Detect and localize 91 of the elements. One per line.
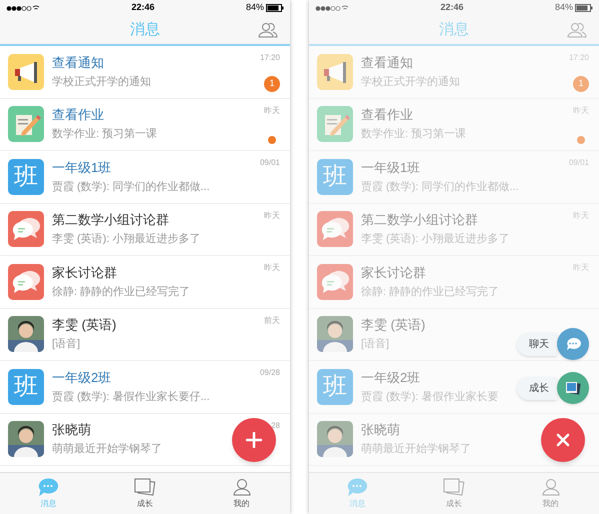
plus-icon <box>246 432 262 448</box>
conversation-item[interactable]: 班 一年级2班 贾霞 (数学): 暑假作业家长要仔... 09/28 <box>0 361 290 414</box>
conversation-item[interactable]: 查看作业 数学作业: 预习第一课 昨天 <box>0 98 290 151</box>
photos-icon <box>133 478 157 496</box>
chat-bubbles-icon <box>8 211 44 248</box>
notepad-pencil-icon <box>317 106 353 142</box>
tab-item[interactable]: 成长 <box>96 473 194 514</box>
message-time: 09/28 <box>260 367 280 379</box>
notepad-pencil-icon <box>8 106 44 142</box>
message-preview: 萌萌最近开始学钢琴了 <box>361 442 471 456</box>
tab-item[interactable]: 我的 <box>502 473 599 514</box>
class-avatar: 班 <box>8 158 44 195</box>
conversation-title: 第二数学小组讨论群 <box>361 212 478 228</box>
message-preview: 数学作业: 预习第一课 <box>361 127 466 142</box>
chat-bubbles-icon <box>317 264 353 300</box>
class-avatar: 班 <box>317 368 353 405</box>
message-preview: 学校正式开学的通知 <box>361 74 460 89</box>
message-preview: 李雯 (英语): 小翔最近进步多了 <box>52 232 200 246</box>
battery-percent: 84% <box>554 1 573 14</box>
conversation-item[interactable]: 查看通知 学校正式开学的通知 17:20 1 <box>0 46 290 98</box>
battery-icon <box>574 4 593 12</box>
person-icon <box>232 478 251 496</box>
header-title: 消息 <box>130 20 160 40</box>
conversation-title: 查看通知 <box>361 54 413 71</box>
message-preview: [语音] <box>52 337 80 352</box>
chat-bubbles-icon <box>317 211 353 248</box>
person-icon <box>542 478 560 496</box>
chat-bubble-icon <box>38 478 58 496</box>
chat-action-button[interactable] <box>557 328 589 360</box>
conversation-title: 张晓萌 <box>52 422 91 438</box>
conversation-title: 一年级2班 <box>52 370 112 386</box>
signal-icon <box>6 4 40 12</box>
conversation-item[interactable]: 李雯 (英语) [语音] 前天 <box>0 308 290 361</box>
tab-item[interactable]: 我的 <box>193 473 290 514</box>
chat-bubbles-icon <box>8 264 44 300</box>
conversation-item[interactable]: 第二数学小组讨论群 李雯 (英语): 小翔最近进步多了 昨天 <box>0 204 290 256</box>
conversation-title: 第二数学小组讨论群 <box>52 212 169 228</box>
conversation-title: 家长讨论群 <box>52 264 117 281</box>
message-preview: 贾霞 (数学): 暑假作业家长要 <box>361 390 498 404</box>
conversation-item[interactable]: 家长讨论群 徐静: 静静的作业已经写完了 昨天 <box>0 256 290 308</box>
contacts-icon[interactable] <box>258 22 278 38</box>
header-title: 消息 <box>439 20 469 40</box>
message-time: 28 <box>271 420 280 432</box>
message-preview: 徐静: 静静的作业已经写完了 <box>361 284 500 299</box>
status-time: 22:46 <box>131 1 154 14</box>
battery-percent: 84% <box>246 1 264 14</box>
action-label[interactable]: 聊天 <box>517 332 557 356</box>
message-preview: [语音] <box>361 337 390 352</box>
conversation-title: 查看作业 <box>52 107 104 124</box>
unread-badge: 1 <box>264 76 280 92</box>
conversation-title: 李雯 (英语) <box>52 317 116 334</box>
conversation-item[interactable]: 班 一年级1班 贾霞 (数学): 同学们的作业都做... 09/01 <box>0 151 290 204</box>
message-preview: 贾霞 (数学): 同学们的作业都做... <box>52 180 210 194</box>
close-button[interactable] <box>541 418 585 462</box>
message-preview: 徐静: 静静的作业已经写完了 <box>52 284 190 299</box>
message-time: 前天 <box>264 314 280 326</box>
photos-icon <box>442 478 466 496</box>
conversation-title: 一年级2班 <box>361 370 420 386</box>
message-time: 17:20 <box>260 52 280 64</box>
close-icon <box>556 433 570 447</box>
class-avatar: 班 <box>317 158 353 195</box>
conversation-title: 查看通知 <box>52 54 104 71</box>
message-preview: 贾霞 (数学): 暑假作业家长要仔... <box>52 390 210 404</box>
tab-item[interactable]: 成长 <box>406 473 502 514</box>
message-time: 昨天 <box>264 262 280 274</box>
message-preview: 学校正式开学的通知 <box>52 74 151 89</box>
unread-badge: 1 <box>573 76 589 92</box>
class-avatar: 班 <box>8 368 44 405</box>
conversation-title: 一年级1班 <box>361 160 420 176</box>
chat-bubble-icon <box>347 478 368 496</box>
signal-icon <box>315 4 349 12</box>
conversation-title: 一年级1班 <box>52 160 112 176</box>
megaphone-icon <box>8 54 44 90</box>
status-time: 22:46 <box>440 1 464 14</box>
message-preview: 李雯 (英语): 小翔最近进步多了 <box>361 232 510 246</box>
conversation-title: 张晓萌 <box>361 422 400 438</box>
message-time: 09/01 <box>260 157 280 169</box>
message-preview: 贾霞 (数学): 同学们的作业都做... <box>361 180 519 194</box>
megaphone-icon <box>317 54 353 90</box>
photos-action-button[interactable] <box>557 372 589 404</box>
chat-bubble-icon <box>565 337 581 351</box>
conversation-title: 李雯 (英语) <box>361 317 426 334</box>
message-time: 昨天 <box>264 210 280 222</box>
battery-icon <box>266 4 284 12</box>
conversation-title: 家长讨论群 <box>361 264 426 281</box>
conversation-title: 查看作业 <box>361 107 413 124</box>
message-preview: 数学作业: 预习第一课 <box>52 127 158 142</box>
action-label[interactable]: 成长 <box>517 376 557 400</box>
message-preview: 萌萌最近开始学钢琴了 <box>52 442 162 456</box>
message-time: 昨天 <box>264 104 280 116</box>
photos-icon <box>564 380 582 396</box>
